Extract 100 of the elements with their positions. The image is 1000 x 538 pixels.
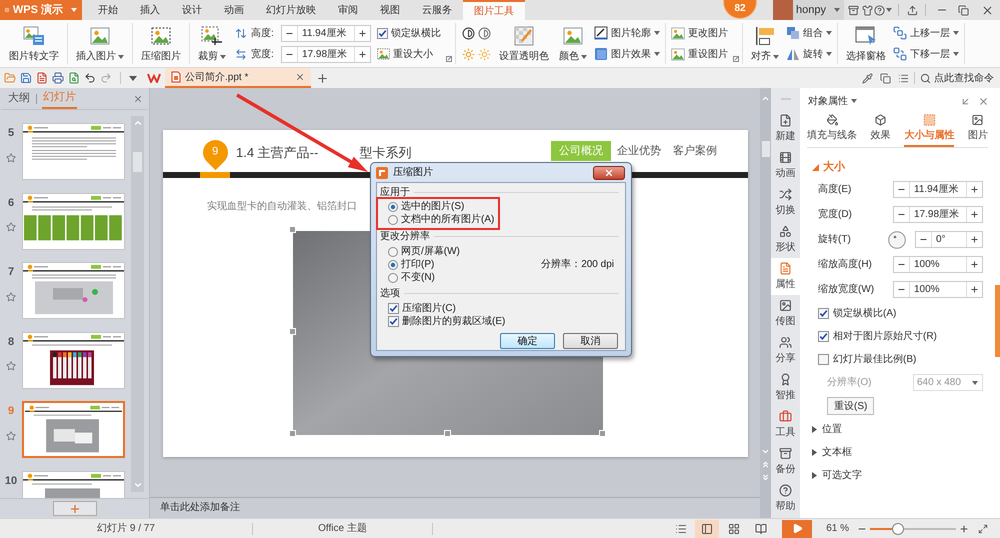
option-label[interactable]: 打印(P) <box>401 257 434 272</box>
panel-toggle-handle[interactable] <box>995 285 1000 357</box>
property-tab[interactable]: 图片 <box>968 114 988 147</box>
printer-icon[interactable] <box>52 72 64 84</box>
radio-button[interactable] <box>388 214 398 224</box>
selection-pane-button[interactable]: 选择窗格 <box>841 23 891 64</box>
dock-icon[interactable] <box>960 96 971 106</box>
side-tab[interactable]: 动画 <box>771 147 800 184</box>
dialog-launcher-icon[interactable] <box>733 56 739 62</box>
restore-icon[interactable] <box>958 4 968 16</box>
zoom-slider[interactable] <box>870 522 956 534</box>
picture-outline-button[interactable]: 图片轮廓 <box>592 24 662 42</box>
scrollbar[interactable] <box>760 88 771 518</box>
selection-handle[interactable] <box>444 430 451 437</box>
list-icon[interactable] <box>898 72 909 84</box>
document-tab[interactable]: 公司简介.ppt * <box>165 68 311 88</box>
checkbox[interactable] <box>377 28 388 38</box>
insert-picture-button[interactable]: 插入图片 <box>71 23 129 64</box>
save-icon[interactable] <box>20 72 32 84</box>
panel-tab[interactable]: 大纲 <box>7 88 31 109</box>
account-button[interactable]: honpy <box>773 0 844 20</box>
ribbon-tab[interactable]: 幻灯片放映 <box>255 0 327 20</box>
side-tab[interactable]: 新建 <box>771 110 800 147</box>
crop-button[interactable]: 裁剪 <box>193 23 231 64</box>
side-tab[interactable]: 形状 <box>771 221 800 258</box>
section-header[interactable]: 文本框 <box>800 441 995 464</box>
new-tab-icon[interactable] <box>316 72 329 84</box>
property-spinbox[interactable]: 100% <box>893 256 983 273</box>
contrast-icon[interactable] <box>462 26 475 40</box>
send-backward-button[interactable]: 下移一层 <box>891 45 961 63</box>
close-icon[interactable] <box>980 4 994 16</box>
property-input[interactable]: 0° <box>932 232 966 247</box>
property-spinbox[interactable]: 100% <box>893 281 983 298</box>
side-tab[interactable]: 帮助 <box>771 480 800 517</box>
side-tab[interactable]: 智推 <box>771 369 800 406</box>
ribbon-tab[interactable]: 开始 <box>87 0 129 20</box>
checkbox[interactable] <box>818 354 829 365</box>
close-icon[interactable] <box>978 96 989 106</box>
rotation-dial[interactable] <box>888 230 906 248</box>
expand-triangle-icon[interactable] <box>811 472 818 479</box>
reset-picture-button[interactable]: 重设图片 <box>669 45 730 63</box>
selection-handle[interactable] <box>289 430 296 437</box>
pipette-icon[interactable] <box>862 72 873 84</box>
property-input[interactable]: 100% <box>910 257 966 272</box>
side-tab[interactable]: 分享 <box>771 332 800 369</box>
width-input[interactable]: 17.98厘米 <box>298 46 354 62</box>
close-button[interactable] <box>593 166 625 180</box>
search-icon[interactable] <box>920 72 931 84</box>
checkbox-label[interactable]: 锁定纵横比 <box>391 26 441 40</box>
slide-nav-tab[interactable]: 企业优势 <box>611 141 667 161</box>
section-header[interactable]: 可选文字 <box>800 464 995 487</box>
property-input[interactable]: 11.94厘米 <box>910 182 966 197</box>
side-tab[interactable]: 传图 <box>771 295 800 332</box>
scrollbar-thumb[interactable] <box>762 141 770 157</box>
property-tab[interactable]: 效果 <box>870 114 891 147</box>
contrast-icon[interactable] <box>478 26 491 40</box>
reset-size-button[interactable]: 重设大小 <box>375 45 443 63</box>
group-button[interactable]: 组合 <box>784 24 834 42</box>
upload-icon[interactable] <box>906 4 918 16</box>
height-input[interactable]: 11.94厘米 <box>298 26 354 40</box>
picture-effects-button[interactable]: 图片效果 <box>592 45 662 63</box>
compress-picture-button[interactable]: 压缩图片 <box>136 23 186 64</box>
checkbox-label[interactable]: 锁定纵横比(A) <box>833 306 896 321</box>
ribbon-tab[interactable]: 设计 <box>171 0 213 20</box>
dialog-button[interactable]: 确定 <box>500 333 555 349</box>
side-tab[interactable]: 属性 <box>771 258 800 295</box>
radio-button[interactable] <box>388 272 398 282</box>
selection-handle[interactable] <box>599 430 606 437</box>
zoom-in-icon[interactable] <box>959 524 969 534</box>
change-picture-button[interactable]: 更改图片 <box>669 24 730 42</box>
copy-icon[interactable] <box>880 72 891 84</box>
width-spinbox[interactable]: 17.98厘米 <box>281 46 371 62</box>
picture-to-text-button[interactable]: 图片转文字 <box>4 23 64 64</box>
side-tab[interactable]: 切换 <box>771 184 800 221</box>
option-label[interactable]: 网页/屏幕(W) <box>401 244 460 259</box>
dialog-launcher-icon[interactable] <box>446 56 452 62</box>
zoom-slider-thumb[interactable] <box>892 522 904 534</box>
play-button[interactable] <box>782 520 812 538</box>
view-button[interactable] <box>695 520 720 538</box>
ribbon-tab[interactable]: 视图 <box>369 0 411 20</box>
option-label[interactable]: 文档中的所有图片(A) <box>401 212 494 227</box>
side-tab[interactable]: 备份 <box>771 443 800 480</box>
undo-icon[interactable] <box>84 72 96 84</box>
property-input[interactable]: 17.98厘米 <box>910 207 966 222</box>
side-tab[interactable]: 工具 <box>771 406 800 443</box>
radio-button[interactable] <box>388 202 398 212</box>
shirt-icon[interactable] <box>862 4 872 16</box>
archive-icon[interactable] <box>848 4 858 16</box>
rotate-button[interactable]: 旋转 <box>784 45 834 63</box>
radio-button[interactable] <box>388 260 398 270</box>
scrollbar[interactable] <box>131 116 144 492</box>
selection-handle[interactable] <box>289 328 296 335</box>
option-label[interactable]: 删除图片的剪裁区域(E) <box>402 314 506 329</box>
expand-triangle-icon[interactable] <box>812 164 819 170</box>
radio-button[interactable] <box>388 246 398 256</box>
option-label[interactable]: 选中的图片(S) <box>401 199 464 214</box>
close-icon[interactable] <box>295 72 305 82</box>
caret-icon[interactable] <box>129 76 137 80</box>
section-header[interactable]: 位置 <box>800 418 995 441</box>
ribbon-tab[interactable]: 插入 <box>129 0 171 20</box>
